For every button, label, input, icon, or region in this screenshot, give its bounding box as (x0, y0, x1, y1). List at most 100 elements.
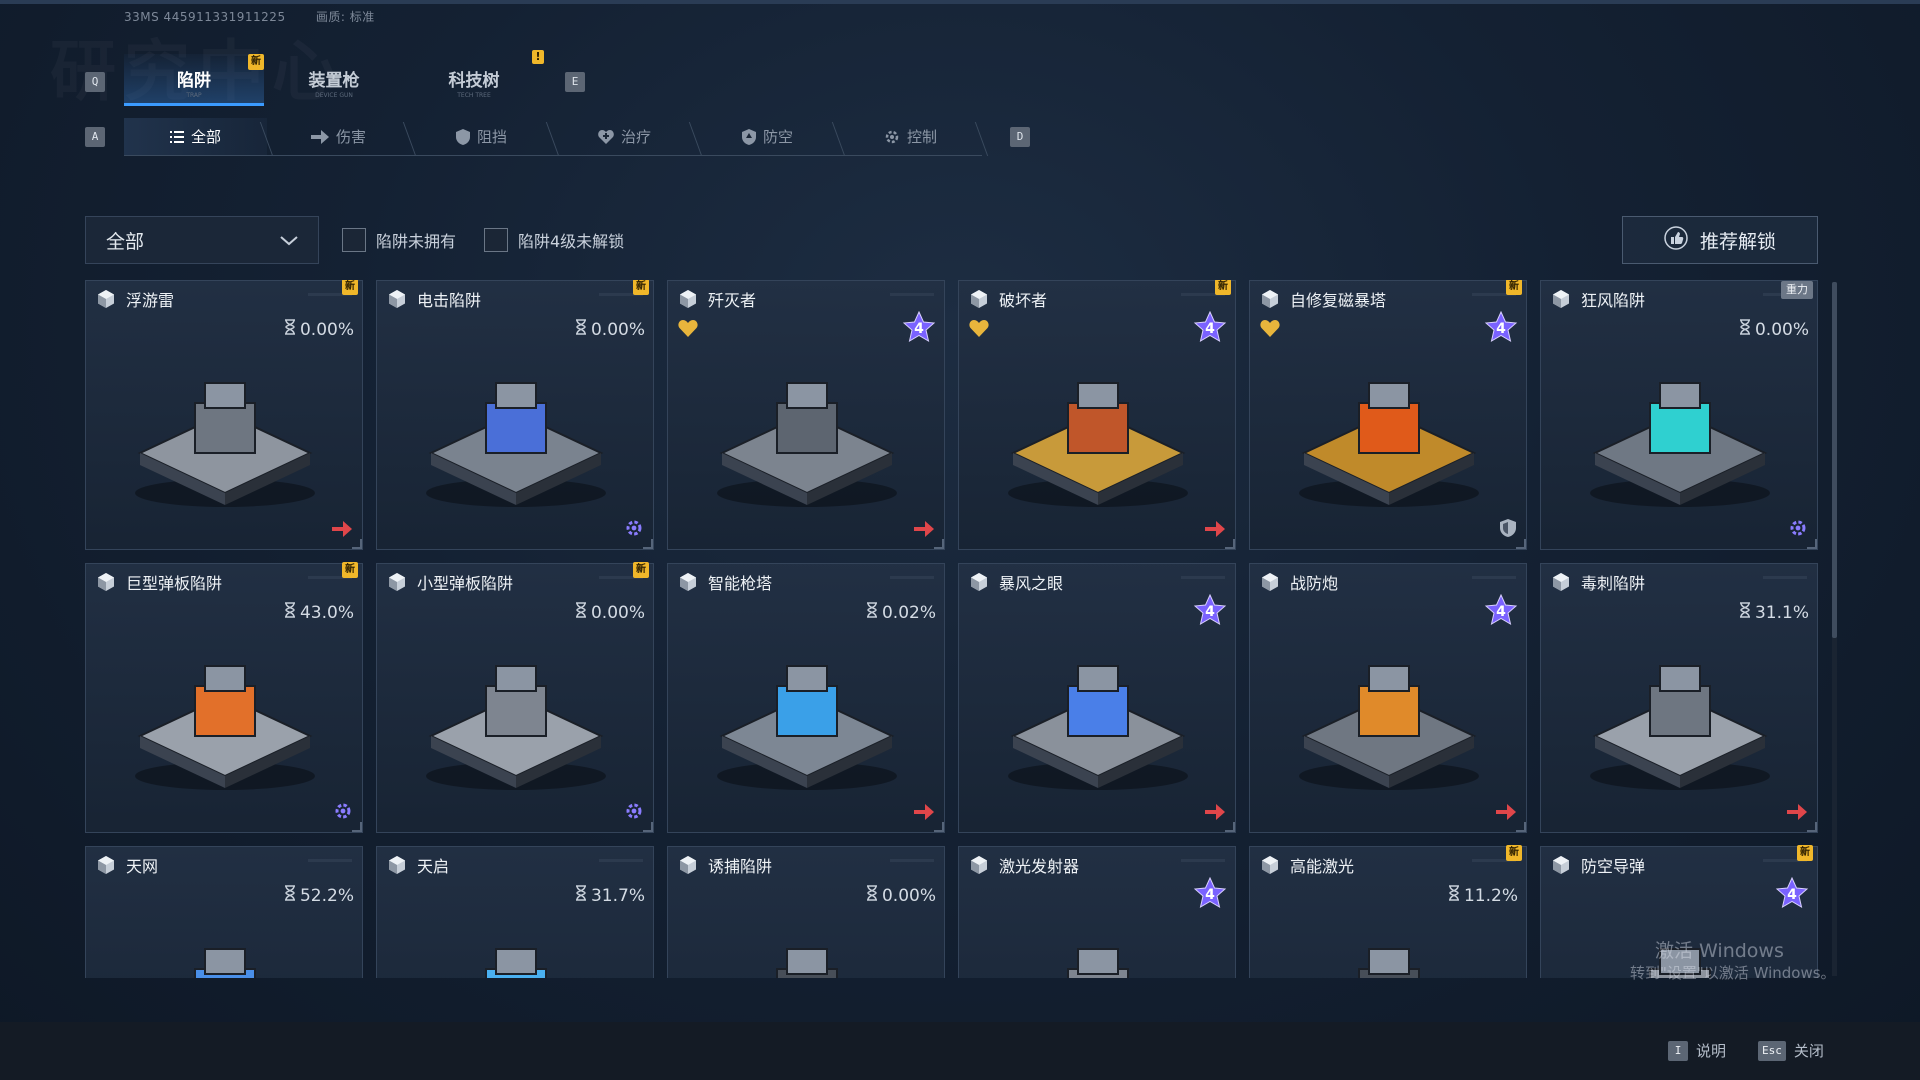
tab-all[interactable]: 全部 (124, 118, 267, 156)
new-badge: 新 (633, 280, 649, 295)
trap-card[interactable]: 自修复磁暴塔 新 4 (1249, 280, 1527, 550)
gear-icon[interactable] (1789, 519, 1807, 541)
gear-icon[interactable] (625, 802, 643, 824)
trap-name: 诱捕陷阱 (708, 857, 773, 876)
trap-card[interactable]: 诱捕陷阱 0.00% (667, 846, 945, 978)
tab-heal[interactable]: 治疗 (553, 118, 696, 156)
trap-illustration (973, 626, 1221, 806)
cube-icon (678, 855, 698, 879)
heart-icon (969, 319, 989, 341)
cube-icon (1260, 572, 1280, 596)
trap-card[interactable]: 破坏者 新 4 (958, 280, 1236, 550)
trap-card[interactable]: 电击陷阱 新 0.00% (376, 280, 654, 550)
gear-icon[interactable] (625, 519, 643, 541)
trap-card[interactable]: 智能枪塔 0.02% (667, 563, 945, 833)
trap-card[interactable]: 巨型弹板陷阱 新 43.0% (85, 562, 363, 833)
trap-illustration (391, 626, 639, 806)
tab-tech-tree-label: 科技树 (448, 71, 500, 91)
trap-name: 小型弹板陷阱 (417, 574, 514, 593)
not-owned-checkbox[interactable] (342, 228, 366, 252)
new-badge: 新 (1797, 845, 1813, 861)
tab-all-label: 全部 (190, 128, 221, 146)
filter-dropdown[interactable]: 全部 (85, 216, 319, 264)
shield-icon[interactable] (1500, 519, 1516, 541)
tab-tech-tree[interactable]: 科技树 TECH TREE ! (404, 50, 544, 106)
trap-card[interactable]: 歼灭者 4 (667, 280, 945, 550)
tab-damage-label: 伤害 (335, 128, 366, 146)
arrow-right-icon[interactable] (1205, 521, 1225, 541)
hourglass-icon (1448, 885, 1460, 906)
trap-card[interactable]: 天启 31.7% (376, 846, 654, 978)
star-level-value: 4 (1496, 604, 1506, 620)
trap-card[interactable]: 狂风陷阱 重力 0.00% (1540, 280, 1818, 550)
filter-lv4-locked[interactable]: 陷阱4级未解锁 (484, 228, 624, 252)
trap-card[interactable]: 小型弹板陷阱 新 0.00% (376, 562, 654, 833)
heart-icon (1260, 319, 1280, 341)
star-level-value: 4 (1205, 887, 1215, 903)
trap-card[interactable]: 天网 52.2% (85, 846, 363, 978)
session-info: 33MS 445911331911225 画质: 标准 (124, 8, 401, 25)
arrow-right-icon[interactable] (1496, 804, 1516, 824)
trap-illustration (100, 343, 348, 523)
tab-control-label: 控制 (906, 128, 937, 146)
tab-control[interactable]: 控制 (839, 118, 982, 156)
filter-not-owned[interactable]: 陷阱未拥有 (342, 228, 456, 252)
trap-subcode (1472, 576, 1516, 579)
key-d-hint[interactable]: D (1010, 127, 1030, 147)
scrollbar[interactable] (1832, 282, 1837, 976)
star-level-icon: 4 (1775, 876, 1809, 913)
trap-subcode (890, 293, 934, 296)
tab-anti-air[interactable]: 防空 (696, 118, 839, 156)
trap-card[interactable]: 毒刺陷阱 31.1% (1540, 563, 1818, 833)
tab-trap[interactable]: 陷阱 TRAP 新 (124, 54, 264, 106)
trap-illustration (682, 343, 930, 523)
recommend-unlock-button[interactable]: 推荐解锁 (1622, 216, 1818, 264)
cube-icon (387, 289, 407, 313)
close-hint[interactable]: Esc 关闭 (1758, 1040, 1824, 1061)
tab-block[interactable]: 阻挡 (410, 118, 553, 156)
trap-name: 歼灭者 (708, 291, 757, 310)
key-q-hint[interactable]: Q (85, 72, 105, 92)
help-hint[interactable]: I 说明 (1668, 1040, 1726, 1061)
progress-value: 0.00% (881, 885, 936, 906)
top-border (0, 0, 1920, 4)
chevron-down-icon (280, 229, 298, 251)
trap-card[interactable]: 暴风之眼 4 (958, 563, 1236, 833)
close-label: 关闭 (1793, 1042, 1824, 1060)
trap-card[interactable]: 高能激光 新 11.2% (1249, 845, 1527, 978)
new-badge: 新 (1215, 280, 1231, 295)
trap-card[interactable]: 战防炮 4 (1249, 563, 1527, 833)
watermark-line2: 转到"设置"以激活 Windows。 (1630, 964, 1836, 982)
arrow-right-icon[interactable] (914, 804, 934, 824)
key-a-hint[interactable]: A (85, 127, 105, 147)
progress: 0.00% (284, 319, 354, 340)
cube-icon (1260, 855, 1280, 879)
trap-subcode (890, 859, 934, 862)
arrow-right-icon[interactable] (332, 521, 352, 541)
recommend-unlock-label: 推荐解锁 (1699, 230, 1776, 253)
tab-device-gun[interactable]: 装置枪 DEVICE GUN (264, 54, 404, 106)
arrow-right-icon[interactable] (914, 521, 934, 541)
arrow-right-icon[interactable] (1205, 804, 1225, 824)
trap-illustration (1264, 626, 1512, 806)
new-badge: 新 (1506, 280, 1522, 295)
tab-damage[interactable]: 伤害 (267, 118, 410, 156)
key-e-hint[interactable]: E (565, 72, 585, 92)
card-corner (934, 822, 944, 832)
not-owned-label: 陷阱未拥有 (376, 232, 457, 251)
arrow-right-icon[interactable] (1787, 804, 1807, 824)
progress-value: 31.1% (1754, 602, 1809, 623)
type-tag: 重力 (1781, 281, 1813, 299)
trap-name: 智能枪塔 (708, 574, 773, 593)
cube-icon (1551, 572, 1571, 596)
heart-plus-icon (598, 129, 614, 144)
hourglass-icon (1739, 319, 1751, 340)
trap-name: 巨型弹板陷阱 (126, 574, 223, 593)
trap-card[interactable]: 浮游雷 新 0.00% (85, 280, 363, 550)
trap-card[interactable]: 激光发射器 4 (958, 846, 1236, 978)
trap-name: 自修复磁暴塔 (1290, 291, 1387, 310)
gear-icon[interactable] (334, 802, 352, 824)
lv4-locked-checkbox[interactable] (484, 228, 508, 252)
trap-name: 天网 (126, 857, 159, 876)
scrollbar-thumb[interactable] (1832, 282, 1837, 638)
